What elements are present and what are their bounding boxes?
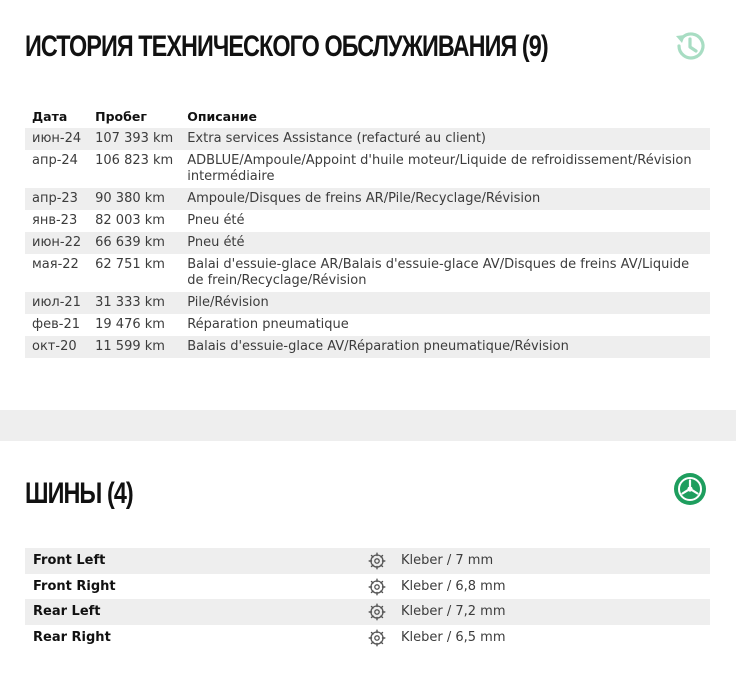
row-description: Réparation pneumatique bbox=[187, 317, 349, 332]
tire-icon bbox=[674, 473, 706, 505]
row-mileage: 107 393 km bbox=[88, 128, 181, 150]
row-date: янв-23 bbox=[32, 213, 78, 228]
table-row: июн-24 107 393 km Extra services Assista… bbox=[25, 128, 710, 150]
row-date: июн-24 bbox=[25, 128, 89, 150]
history-icon bbox=[676, 32, 705, 60]
row-mileage: 62 751 km bbox=[95, 257, 165, 272]
table-row: фев-21 19 476 km Réparation pneumatique bbox=[25, 314, 710, 336]
row-description: Balais d'essuie-glace AV/Réparation pneu… bbox=[180, 336, 710, 358]
tire-spec: Kleber / 6,8 mm bbox=[401, 578, 506, 594]
table-row: окт-20 11 599 km Balais d'essuie-glace A… bbox=[25, 336, 710, 358]
row-description: Extra services Assistance (refacturé au … bbox=[180, 128, 710, 150]
tires-list: Front Left Kleber / 7 mm Front Right Kle… bbox=[25, 548, 710, 650]
tire-row: Front Left Kleber / 7 mm bbox=[25, 548, 710, 574]
row-date: апр-24 bbox=[32, 153, 78, 168]
tire-position: Rear Right bbox=[33, 629, 111, 645]
tire-row: Rear Left Kleber / 7,2 mm bbox=[25, 599, 710, 625]
row-date: апр-23 bbox=[25, 188, 89, 210]
row-mileage: 90 380 km bbox=[88, 188, 181, 210]
table-row: апр-24 106 823 km ADBLUE/Ampoule/Appoint… bbox=[25, 150, 710, 188]
row-description: Pile/Révision bbox=[180, 292, 710, 314]
maintenance-table: Дата Пробег Описание июн-24 107 393 km E… bbox=[25, 106, 710, 358]
row-mileage: 82 003 km bbox=[95, 213, 165, 228]
tire-row: Rear Right Kleber / 6,5 mm bbox=[25, 625, 710, 651]
tire-position: Rear Left bbox=[33, 604, 101, 620]
tire-wheel-icon bbox=[368, 603, 386, 621]
header-mileage: Пробег bbox=[95, 109, 147, 124]
tire-spec: Kleber / 7,2 mm bbox=[401, 604, 506, 620]
table-row: июл-21 31 333 km Pile/Révision bbox=[25, 292, 710, 314]
tire-wheel-icon bbox=[368, 578, 386, 595]
row-description: Ampoule/Disques de freins AR/Pile/Recycl… bbox=[180, 188, 710, 210]
tire-spec: Kleber / 7 mm bbox=[401, 553, 494, 569]
tire-position: Front Left bbox=[33, 553, 106, 569]
table-header-row: Дата Пробег Описание bbox=[25, 106, 710, 128]
tires-section: ШИНЫ (4) Front Left Kleber / 7 mm Front … bbox=[0, 441, 736, 678]
table-row: апр-23 90 380 km Ampoule/Disques de frei… bbox=[25, 188, 710, 210]
row-date: фев-21 bbox=[32, 317, 81, 332]
tire-wheel-icon bbox=[368, 552, 386, 570]
row-date: мая-22 bbox=[32, 257, 79, 272]
row-description: Pneu été bbox=[187, 213, 245, 228]
row-date: июл-21 bbox=[25, 292, 89, 314]
section-divider bbox=[0, 410, 736, 441]
table-row: июн-22 66 639 km Pneu été bbox=[25, 232, 710, 254]
row-description: Balai d'essuie-glace AR/Balais d'essuie-… bbox=[187, 257, 690, 288]
tires-title: ШИНЫ (4) bbox=[25, 477, 134, 510]
tire-spec: Kleber / 6,5 mm bbox=[401, 629, 506, 645]
row-description: ADBLUE/Ampoule/Appoint d'huile moteur/Li… bbox=[187, 153, 692, 184]
table-row: мая-22 62 751 km Balai d'essuie-glace AR… bbox=[25, 254, 710, 292]
row-description: Pneu été bbox=[180, 232, 710, 254]
maintenance-title: ИСТОРИЯ ТЕХНИЧЕСКОГО ОБСЛУЖИВАНИЯ (9) bbox=[25, 30, 549, 63]
header-description: Описание bbox=[187, 109, 257, 124]
row-mileage: 11 599 km bbox=[88, 336, 181, 358]
row-mileage: 106 823 km bbox=[95, 153, 174, 168]
row-mileage: 31 333 km bbox=[88, 292, 181, 314]
row-date: июн-22 bbox=[25, 232, 89, 254]
tire-position: Front Right bbox=[33, 578, 116, 594]
row-date: окт-20 bbox=[25, 336, 89, 358]
tire-wheel-icon bbox=[368, 629, 386, 646]
maintenance-section: ИСТОРИЯ ТЕХНИЧЕСКОГО ОБСЛУЖИВАНИЯ (9) Да… bbox=[0, 0, 736, 410]
row-mileage: 66 639 km bbox=[88, 232, 181, 254]
table-row: янв-23 82 003 km Pneu été bbox=[25, 210, 710, 232]
row-mileage: 19 476 km bbox=[95, 317, 165, 332]
header-date: Дата bbox=[32, 109, 68, 124]
tire-row: Front Right Kleber / 6,8 mm bbox=[25, 574, 710, 600]
